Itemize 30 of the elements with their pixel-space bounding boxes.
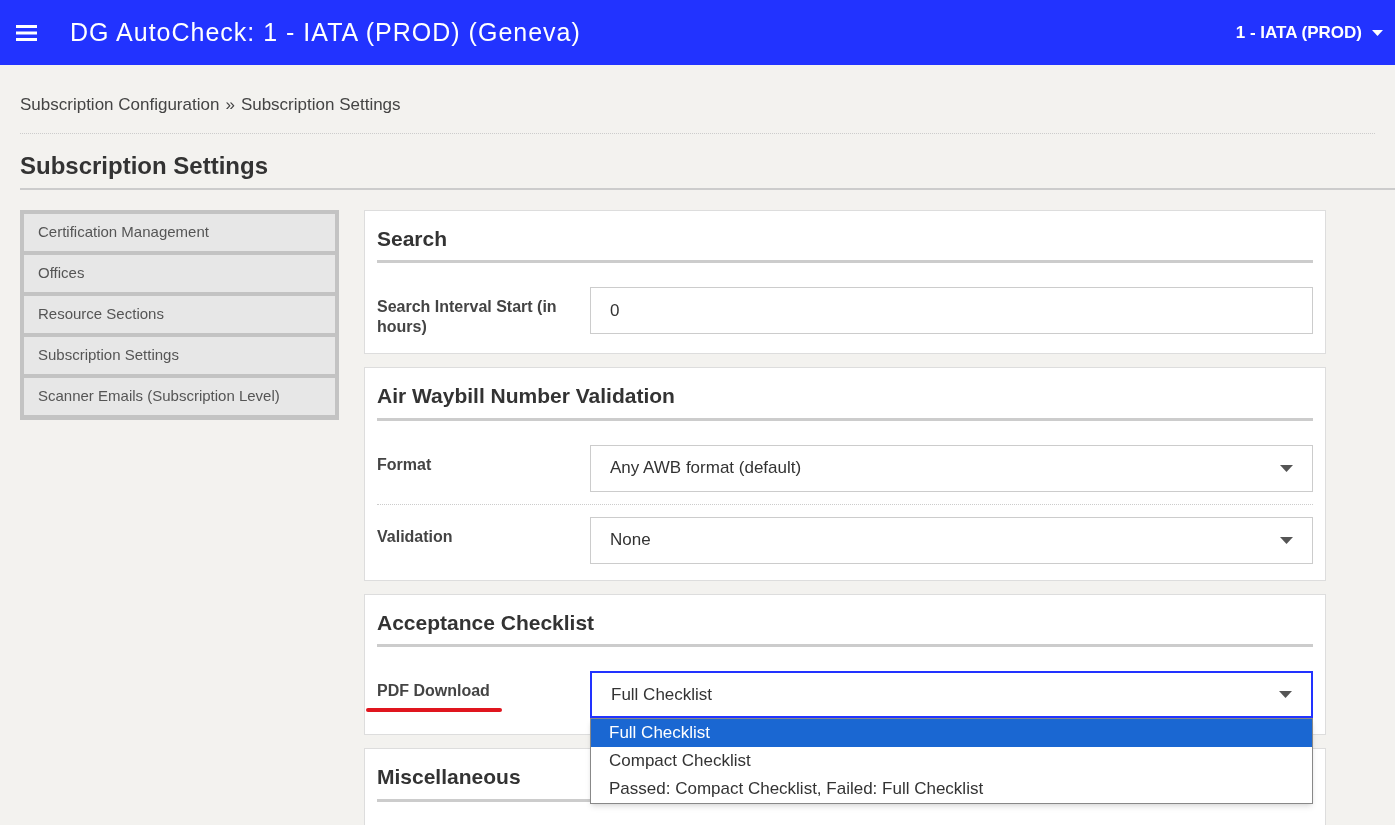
dropdown-option[interactable]: Passed: Compact Checklist, Failed: Full Checklist bbox=[591, 775, 1312, 803]
breadcrumb-current: Subscription Settings bbox=[240, 94, 401, 116]
menu-icon[interactable] bbox=[16, 24, 37, 41]
page-title: Subscription Settings bbox=[20, 133, 1395, 190]
dropdown-option[interactable]: Full Checklist bbox=[591, 719, 1312, 747]
caret-icon bbox=[1280, 536, 1293, 544]
sidebar-item[interactable]: Scanner Emails (Subscription Level) bbox=[24, 377, 335, 415]
caret-icon bbox=[1372, 29, 1383, 36]
field-label: Search Interval Start (in hours) bbox=[377, 297, 557, 337]
text-field[interactable]: 0 bbox=[590, 287, 1313, 334]
account-menu[interactable]: 1 - IATA (PROD) bbox=[1235, 19, 1383, 46]
panel-title: Search bbox=[377, 222, 1313, 263]
dropdown-field[interactable]: Full Checklist bbox=[590, 671, 1313, 718]
app-title: DG AutoCheck: 1 - IATA (PROD) (Geneva) bbox=[70, 16, 581, 48]
sidebar-item[interactable]: Certification Management bbox=[24, 213, 335, 251]
caret-icon bbox=[1279, 691, 1292, 698]
breadcrumb-separator: » bbox=[225, 94, 235, 116]
sidebar-item[interactable]: Resource Sections bbox=[24, 295, 335, 333]
panel-title: Air Waybill Number Validation bbox=[377, 380, 1313, 421]
breadcrumb-link[interactable]: Subscription Configuration bbox=[20, 92, 220, 118]
sidebar-item[interactable]: Subscription Settings bbox=[24, 336, 335, 374]
panel-title: Acceptance Checklist bbox=[377, 606, 1313, 647]
sidebar-item[interactable]: Offices bbox=[24, 254, 335, 292]
dropdown-field[interactable]: Any AWB format (default) bbox=[590, 444, 1313, 492]
caret-icon bbox=[1280, 464, 1293, 472]
field-label: Format bbox=[377, 454, 433, 475]
dropdown-field[interactable]: None bbox=[590, 516, 1313, 564]
dropdown-option[interactable]: Compact Checklist bbox=[591, 747, 1312, 775]
field-label: Validation bbox=[377, 526, 454, 547]
field-label: PDF Download bbox=[377, 681, 491, 701]
